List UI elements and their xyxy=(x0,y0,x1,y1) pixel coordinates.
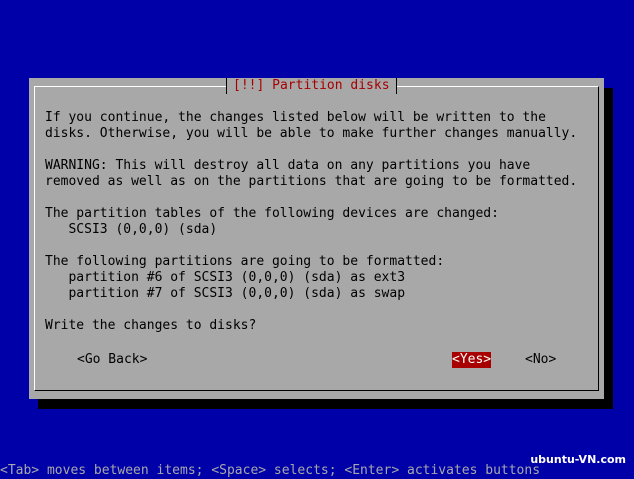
confirm-question: Write the changes to disks? xyxy=(45,318,257,333)
dialog-title: [!!] Partition disks xyxy=(226,78,397,94)
help-bar: <Tab> moves between items; <Space> selec… xyxy=(0,463,541,478)
go-back-button[interactable]: <Go Back> xyxy=(77,352,147,368)
changed-device: SCSI3 (0,0,0) (sda) xyxy=(45,222,218,237)
warning-line: removed as well as on the partitions tha… xyxy=(45,174,578,189)
partition-tables-heading: The partition tables of the following de… xyxy=(45,206,499,221)
formatted-partition: partition #6 of SCSI3 (0,0,0) (sda) as e… xyxy=(45,270,406,285)
partition-disks-dialog: [!!] Partition disks If you continue, th… xyxy=(29,78,604,399)
watermark: ubuntu-VN.com xyxy=(530,453,626,466)
no-button[interactable]: <No> xyxy=(525,352,556,368)
yes-button[interactable]: <Yes> xyxy=(452,352,492,368)
formatted-partition: partition #7 of SCSI3 (0,0,0) (sda) as s… xyxy=(45,286,406,301)
message-line: disks. Otherwise, you will be able to ma… xyxy=(45,126,578,141)
warning-line: WARNING: This will destroy all data on a… xyxy=(45,158,531,173)
message-line: If you continue, the changes listed belo… xyxy=(45,110,546,125)
formatted-partitions-heading: The following partitions are going to be… xyxy=(45,254,445,269)
